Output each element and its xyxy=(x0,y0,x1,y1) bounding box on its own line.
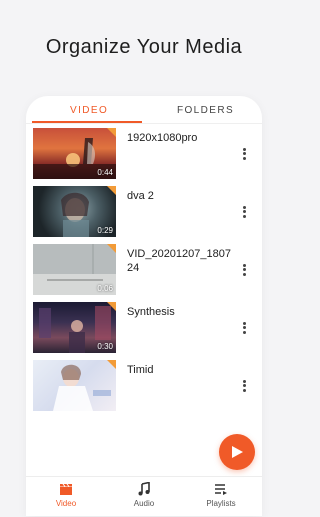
video-title: dva 2 xyxy=(127,190,154,202)
video-row[interactable]: 0:29 dva 2 xyxy=(26,186,262,240)
video-thumbnail[interactable] xyxy=(33,360,116,411)
new-badge xyxy=(107,128,116,137)
nav-playlists[interactable]: Playlists xyxy=(191,481,251,508)
tab-folders[interactable]: FOLDERS xyxy=(177,105,234,116)
video-title: Timid xyxy=(127,364,154,376)
divider xyxy=(26,123,262,124)
more-options-icon[interactable] xyxy=(237,378,251,396)
new-badge xyxy=(107,244,116,253)
tab-video[interactable]: VIDEO xyxy=(70,105,108,116)
more-options-icon[interactable] xyxy=(237,204,251,222)
video-title: 1920x1080pro xyxy=(127,132,198,144)
video-duration: 0:44 xyxy=(97,168,113,177)
more-options-icon[interactable] xyxy=(237,146,251,164)
video-clapper-icon xyxy=(36,481,96,497)
nav-audio-label: Audio xyxy=(133,499,155,508)
bottom-navigation: Video Audio Playlists xyxy=(26,476,262,517)
headline: Organize Your Media xyxy=(45,36,243,58)
video-row[interactable]: 0:06 VID_20201207_180724 xyxy=(26,244,262,298)
video-title: VID_20201207_180724 xyxy=(127,248,231,274)
new-badge xyxy=(107,302,116,311)
new-badge xyxy=(107,186,116,195)
video-duration: 0:06 xyxy=(97,284,113,293)
tab-bar: VIDEO FOLDERS xyxy=(26,96,262,124)
nav-playlists-label: Playlists xyxy=(206,499,236,508)
music-note-icon xyxy=(114,481,174,497)
video-thumbnail[interactable]: 0:44 xyxy=(33,128,116,179)
more-options-icon[interactable] xyxy=(237,320,251,338)
play-button[interactable] xyxy=(219,434,255,470)
nav-video-label: Video xyxy=(55,499,77,508)
video-thumbnail[interactable]: 0:29 xyxy=(33,186,116,237)
video-duration: 0:30 xyxy=(97,342,113,351)
video-thumbnail[interactable]: 0:06 xyxy=(33,244,116,295)
video-title: Synthesis xyxy=(127,306,175,318)
nav-video[interactable]: Video xyxy=(36,481,96,508)
playlist-icon xyxy=(191,481,251,497)
thumbnail-art xyxy=(53,364,111,411)
more-options-icon[interactable] xyxy=(237,262,251,280)
video-row[interactable]: 0:44 1920x1080pro xyxy=(26,128,262,182)
video-row[interactable]: 0:30 Synthesis xyxy=(26,302,262,356)
play-icon xyxy=(232,446,243,458)
new-badge xyxy=(107,360,116,369)
video-row[interactable]: Timid xyxy=(26,360,262,414)
app-screen: VIDEO FOLDERS 0:44 1920x1080pro 0:29 dva… xyxy=(26,96,262,516)
video-thumbnail[interactable]: 0:30 xyxy=(33,302,116,353)
video-duration: 0:29 xyxy=(97,226,113,235)
nav-audio[interactable]: Audio xyxy=(114,481,174,508)
